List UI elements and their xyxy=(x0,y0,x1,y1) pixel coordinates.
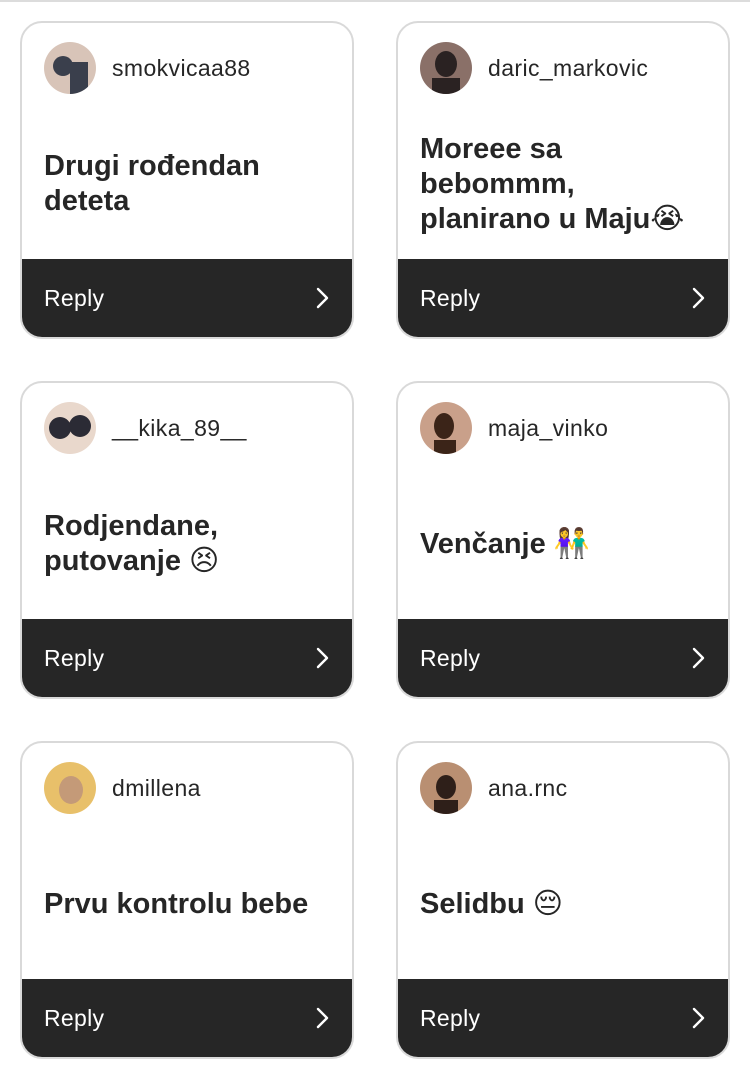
reply-label: Reply xyxy=(420,644,481,671)
avatar[interactable] xyxy=(420,42,472,94)
response-card: __kika_89__ Rodjendane, putovanje 😣 Repl… xyxy=(20,381,354,699)
card-body: Prvu kontrolu bebe xyxy=(44,829,336,979)
chevron-right-icon xyxy=(692,647,705,669)
avatar[interactable] xyxy=(420,402,472,454)
username[interactable]: maja_vinko xyxy=(488,415,608,442)
avatar[interactable] xyxy=(420,762,472,814)
reply-label: Reply xyxy=(420,284,481,311)
response-text: Venčanje 👫 xyxy=(420,527,590,560)
card-body: Venčanje 👫 xyxy=(420,469,712,619)
response-card: maja_vinko Venčanje 👫 Reply xyxy=(396,381,730,699)
username[interactable]: dmillena xyxy=(112,775,201,802)
reply-button[interactable]: Reply xyxy=(398,979,728,1057)
card-header: __kika_89__ xyxy=(44,401,247,455)
reply-button[interactable]: Reply xyxy=(22,979,352,1057)
reply-button[interactable]: Reply xyxy=(398,259,728,337)
card-header: ana.rnc xyxy=(420,761,568,815)
username[interactable]: daric_markovic xyxy=(488,55,648,82)
response-card: daric_markovic Moreee sa bebommm, planir… xyxy=(396,21,730,339)
card-body: Drugi rođendan deteta xyxy=(44,109,336,259)
response-text: Moreee sa bebommm, planirano u Maju😭 xyxy=(420,132,685,235)
avatar-image xyxy=(44,42,96,94)
username[interactable]: smokvicaa88 xyxy=(112,55,251,82)
avatar-image xyxy=(420,762,472,814)
response-card: ana.rnc Selidbu 😔 Reply xyxy=(396,741,730,1059)
avatar[interactable] xyxy=(44,402,96,454)
username[interactable]: __kika_89__ xyxy=(112,415,247,442)
response-text: Selidbu 😔 xyxy=(420,887,564,920)
chevron-right-icon xyxy=(692,287,705,309)
card-body: Moreee sa bebommm, planirano u Maju😭 xyxy=(420,109,712,259)
top-divider xyxy=(0,0,750,2)
response-text: Drugi rođendan deteta xyxy=(44,150,260,217)
reply-label: Reply xyxy=(44,1004,105,1031)
avatar-image xyxy=(420,42,472,94)
reply-button[interactable]: Reply xyxy=(398,619,728,697)
chevron-right-icon xyxy=(692,1007,705,1029)
card-header: smokvicaa88 xyxy=(44,41,251,95)
question-responses-grid: smokvicaa88 Drugi rođendan deteta Reply … xyxy=(20,21,730,1059)
response-text: Prvu kontrolu bebe xyxy=(44,887,309,920)
avatar-image xyxy=(44,402,96,454)
chevron-right-icon xyxy=(316,287,329,309)
response-text: Rodjendane, putovanje 😣 xyxy=(44,510,220,577)
card-header: maja_vinko xyxy=(420,401,608,455)
response-card: smokvicaa88 Drugi rođendan deteta Reply xyxy=(20,21,354,339)
card-header: dmillena xyxy=(44,761,201,815)
avatar-image xyxy=(44,762,96,814)
card-header: daric_markovic xyxy=(420,41,648,95)
reply-label: Reply xyxy=(44,284,105,311)
chevron-right-icon xyxy=(316,1007,329,1029)
avatar-image xyxy=(420,402,472,454)
username[interactable]: ana.rnc xyxy=(488,775,568,802)
reply-button[interactable]: Reply xyxy=(22,619,352,697)
reply-label: Reply xyxy=(44,644,105,671)
chevron-right-icon xyxy=(316,647,329,669)
reply-label: Reply xyxy=(420,1004,481,1031)
avatar[interactable] xyxy=(44,762,96,814)
response-card: dmillena Prvu kontrolu bebe Reply xyxy=(20,741,354,1059)
avatar[interactable] xyxy=(44,42,96,94)
card-body: Rodjendane, putovanje 😣 xyxy=(44,469,336,619)
card-body: Selidbu 😔 xyxy=(420,829,712,979)
reply-button[interactable]: Reply xyxy=(22,259,352,337)
